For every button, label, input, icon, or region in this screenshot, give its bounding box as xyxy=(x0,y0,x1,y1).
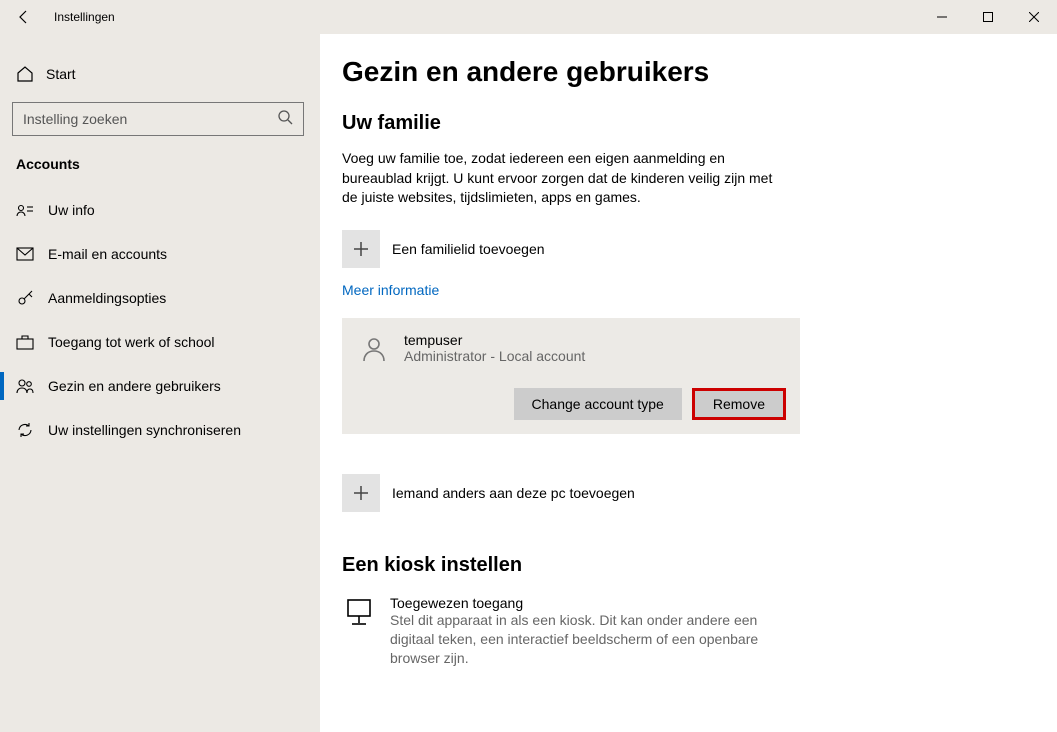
close-button[interactable] xyxy=(1011,0,1057,34)
home-icon xyxy=(16,65,34,83)
remove-button[interactable]: Remove xyxy=(692,388,786,420)
sidebar-item-label: Gezin en andere gebruikers xyxy=(48,378,221,394)
person-card-icon xyxy=(16,201,34,219)
home-link[interactable]: Start xyxy=(0,56,320,92)
change-account-type-button[interactable]: Change account type xyxy=(514,388,682,420)
add-other-label: Iemand anders aan deze pc toevoegen xyxy=(392,485,635,501)
sidebar: Start Accounts Uw info E-mail en account… xyxy=(0,34,320,732)
avatar-icon xyxy=(356,330,392,366)
user-name: tempuser xyxy=(404,332,585,348)
add-other-user[interactable]: Iemand anders aan deze pc toevoegen xyxy=(342,474,1027,512)
sidebar-item-your-info[interactable]: Uw info xyxy=(0,188,320,232)
window-title: Instellingen xyxy=(48,10,115,24)
content-area: Gezin en andere gebruikers Uw familie Vo… xyxy=(320,34,1057,732)
sidebar-item-label: E-mail en accounts xyxy=(48,246,167,262)
sidebar-item-email[interactable]: E-mail en accounts xyxy=(0,232,320,276)
page-title: Gezin en andere gebruikers xyxy=(342,56,1027,88)
kiosk-title: Toegewezen toegang xyxy=(390,595,782,611)
minimize-button[interactable] xyxy=(919,0,965,34)
sync-icon xyxy=(16,421,34,439)
back-button[interactable] xyxy=(0,0,48,34)
sidebar-item-work-school[interactable]: Toegang tot werk of school xyxy=(0,320,320,364)
home-label: Start xyxy=(46,66,76,82)
key-icon xyxy=(16,289,34,307)
kiosk-heading: Een kiosk instellen xyxy=(342,554,1027,577)
search-box[interactable] xyxy=(12,102,304,136)
kiosk-row[interactable]: Toegewezen toegang Stel dit apparaat in … xyxy=(342,595,782,668)
sidebar-item-sync[interactable]: Uw instellingen synchroniseren xyxy=(0,408,320,452)
titlebar: Instellingen xyxy=(0,0,1057,34)
maximize-button[interactable] xyxy=(965,0,1011,34)
search-input[interactable] xyxy=(23,111,277,127)
family-description: Voeg uw familie toe, zodat iedereen een … xyxy=(342,149,782,208)
sidebar-item-label: Aanmeldingsopties xyxy=(48,290,166,306)
kiosk-monitor-icon xyxy=(342,595,376,629)
plus-icon xyxy=(342,474,380,512)
mail-icon xyxy=(16,245,34,263)
add-family-member[interactable]: Een familielid toevoegen xyxy=(342,230,1027,268)
sidebar-item-signin-options[interactable]: Aanmeldingsopties xyxy=(0,276,320,320)
more-info-link[interactable]: Meer informatie xyxy=(342,282,439,298)
briefcase-icon xyxy=(16,333,34,351)
sidebar-item-label: Toegang tot werk of school xyxy=(48,334,215,350)
sidebar-item-family[interactable]: Gezin en andere gebruikers xyxy=(0,364,320,408)
people-icon xyxy=(16,377,34,395)
search-icon xyxy=(277,109,293,130)
family-heading: Uw familie xyxy=(342,112,1027,135)
section-title: Accounts xyxy=(0,156,320,188)
kiosk-description: Stel dit apparaat in als een kiosk. Dit … xyxy=(390,611,782,668)
user-subtitle: Administrator - Local account xyxy=(404,348,585,364)
plus-icon xyxy=(342,230,380,268)
sidebar-item-label: Uw info xyxy=(48,202,95,218)
add-family-label: Een familielid toevoegen xyxy=(392,241,545,257)
user-card[interactable]: tempuser Administrator - Local account C… xyxy=(342,318,800,434)
sidebar-item-label: Uw instellingen synchroniseren xyxy=(48,422,241,438)
